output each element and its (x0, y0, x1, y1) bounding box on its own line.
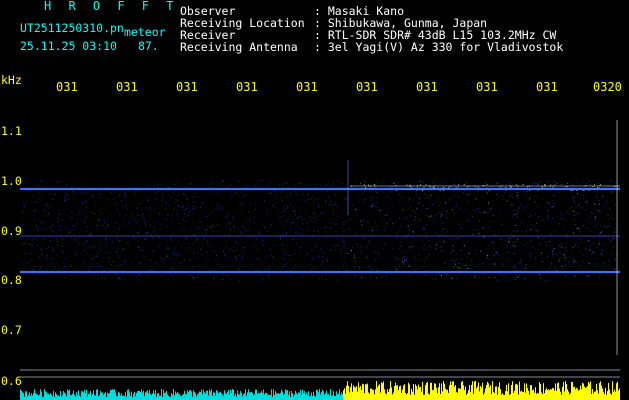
meteor-count: 87. (138, 39, 159, 53)
noise-band (20, 180, 620, 281)
y-tick: 0.6 (1, 374, 22, 388)
meteor-label: meteor (124, 25, 166, 39)
antenna-value: : 3el Yagi(V) Az 330 for Vladivostok (314, 40, 564, 54)
y-tick: 0.7 (1, 323, 22, 337)
y-tick: 1.0 (1, 174, 22, 188)
x-tick: 0320 (593, 80, 622, 94)
antenna-label: Receiving Antenna (180, 40, 298, 54)
y-axis-unit: kHz (1, 73, 22, 87)
date-time: 25.11.25 03:10 (20, 39, 117, 53)
file-name: UT2511250310.pn (20, 21, 124, 35)
y-tick: 0.9 (1, 224, 22, 238)
x-tick: 031 (356, 80, 378, 94)
x-tick: 031 (416, 80, 438, 94)
spectrogram-plot (20, 120, 620, 378)
x-tick: 031 (116, 80, 138, 94)
y-tick: 0.8 (1, 273, 22, 287)
x-tick: 031 (236, 80, 258, 94)
x-tick: 031 (56, 80, 78, 94)
x-tick: 031 (296, 80, 318, 94)
x-tick: 031 (476, 80, 498, 94)
level-meter (20, 381, 620, 400)
brand-title: H R O F F T (44, 0, 179, 13)
x-tick: 031 (176, 80, 198, 94)
x-tick: 031 (536, 80, 558, 94)
y-tick: 1.1 (1, 124, 22, 138)
